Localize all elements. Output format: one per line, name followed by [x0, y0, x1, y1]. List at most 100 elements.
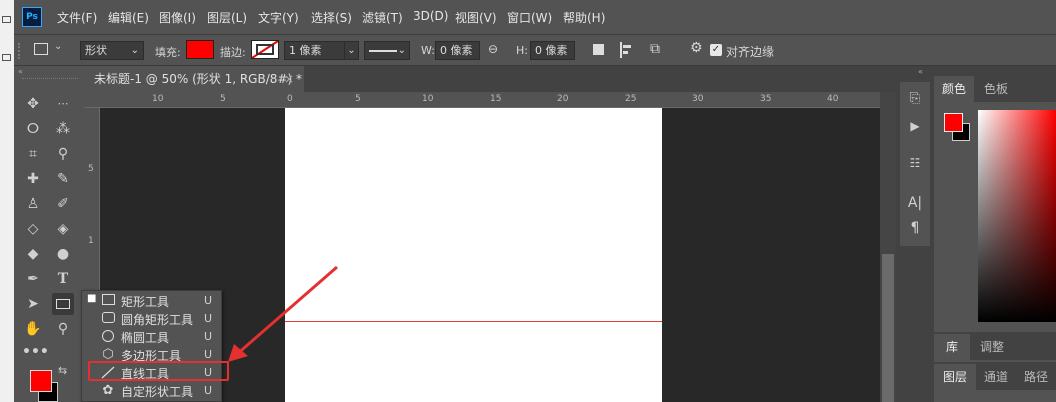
line-tool-highlight-box	[88, 361, 229, 381]
outer-window-icon	[2, 54, 11, 61]
eyedropper-tool-icon[interactable]: ⚲	[52, 143, 74, 165]
no-stroke-icon	[251, 40, 279, 59]
preset-chevron-down-icon[interactable]: ⌄	[54, 41, 62, 52]
tab-color[interactable]: 颜色	[934, 76, 974, 102]
flyout-item-shortcut: U	[204, 330, 213, 343]
ruler-label: 40	[827, 94, 839, 104]
path-selection-tool-icon[interactable]: ➤	[22, 293, 44, 315]
annotation-arrow-icon	[228, 265, 338, 362]
history-panel-icon[interactable]: ⎘	[904, 88, 926, 110]
menu-help[interactable]: 帮助(H)	[563, 9, 605, 26]
ruler-label: 10	[422, 94, 434, 104]
horizontal-ruler: 10 5 0 5 10 15 20 25 30 35 40	[84, 92, 896, 108]
artboard-tool-icon[interactable]: ⋯	[52, 93, 74, 115]
path-operations-icon[interactable]	[593, 44, 604, 55]
lasso-tool-icon[interactable]: ⵔ	[22, 118, 44, 140]
eraser-tool-icon[interactable]: ◇	[22, 218, 44, 240]
height-input[interactable]: 0 像素	[530, 41, 575, 60]
menu-view[interactable]: 视图(V)	[455, 9, 497, 26]
menu-type[interactable]: 文字(Y)	[258, 9, 299, 26]
width-input[interactable]: 0 像素	[435, 41, 480, 60]
photoshop-logo: Ps	[22, 7, 42, 27]
character-panel-icon[interactable]: A|	[904, 192, 926, 214]
scrollbar-thumb[interactable]	[882, 254, 894, 402]
chevron-down-icon: ⌄	[130, 45, 139, 56]
shape-tool-preset-icon[interactable]	[34, 43, 48, 55]
tab-channels[interactable]: 通道	[976, 364, 1016, 390]
ruler-label: 25	[625, 94, 637, 104]
healing-brush-tool-icon[interactable]: ✚	[22, 168, 44, 190]
menu-3d[interactable]: 3D(D)	[413, 9, 448, 23]
menu-image[interactable]: 图像(I)	[159, 9, 196, 26]
outer-window-icon	[2, 16, 11, 23]
flyout-item-ellipse[interactable]: 椭圆工具 U	[82, 328, 221, 346]
type-tool-icon[interactable]: T	[52, 268, 74, 290]
brush-tool-icon[interactable]: ✎	[52, 168, 74, 190]
close-icon[interactable]: ×	[284, 66, 294, 92]
blur-tool-icon[interactable]: ◆	[22, 243, 44, 265]
pen-tool-icon[interactable]: ✒	[22, 268, 44, 290]
solid-line-icon	[369, 50, 397, 52]
ruler-label: 5	[355, 94, 361, 104]
tab-paths[interactable]: 路径	[1016, 364, 1056, 390]
ruler-label: 20	[557, 94, 569, 104]
tab-layers[interactable]: 图层	[934, 364, 976, 390]
ruler-label: 15	[490, 94, 502, 104]
path-arrangement-icon[interactable]: ⧉	[650, 41, 660, 57]
foreground-color-swatch[interactable]	[30, 370, 52, 392]
flyout-item-rectangle[interactable]: ■ 矩形工具 U	[82, 292, 221, 310]
clone-stamp-tool-icon[interactable]: ♙	[22, 193, 44, 215]
document-tab[interactable]: 未标题-1 @ 50% (形状 1, RGB/8#) * ×	[84, 66, 304, 92]
fill-color-swatch[interactable]	[186, 40, 214, 59]
align-edges-checkbox[interactable]: ✓	[710, 44, 722, 56]
properties-panel-icon[interactable]: ☷	[904, 152, 926, 174]
flyout-item-label: 自定形状工具	[121, 385, 194, 399]
flyout-item-shortcut: U	[204, 384, 213, 397]
actions-play-icon[interactable]: ▶	[904, 115, 926, 137]
ruler-label: 1	[88, 236, 94, 246]
flyout-item-label: 椭圆工具	[121, 331, 170, 345]
path-alignment-icon[interactable]	[620, 42, 632, 58]
menu-file[interactable]: 文件(F)	[57, 9, 97, 26]
paragraph-panel-icon[interactable]: ¶	[904, 217, 926, 239]
align-edges-label: 对齐边缘	[726, 45, 775, 59]
dodge-tool-icon[interactable]: ●	[52, 243, 74, 265]
gear-icon[interactable]: ⚙	[690, 40, 703, 56]
history-brush-tool-icon[interactable]: ✐	[52, 193, 74, 215]
flyout-item-shortcut: U	[204, 294, 213, 307]
tab-bar-filler	[1018, 76, 1056, 102]
swap-colors-icon[interactable]: ⇆	[58, 364, 67, 377]
link-icon[interactable]: ⊖	[488, 42, 498, 56]
hand-tool-icon[interactable]: ✋	[22, 318, 44, 340]
stroke-width-chevron-icon[interactable]: ⌄	[344, 41, 359, 60]
tab-adjustments[interactable]: 调整	[970, 334, 1014, 360]
color-picker-field[interactable]	[978, 110, 1056, 322]
stroke-color-swatch[interactable]	[251, 40, 279, 59]
magic-wand-tool-icon[interactable]: ⁂	[52, 118, 74, 140]
rectangle-tool-icon[interactable]	[52, 293, 74, 315]
menu-select[interactable]: 选择(S)	[311, 9, 352, 26]
chevron-down-icon: ⌄	[397, 45, 406, 56]
flyout-item-custom-shape[interactable]: ✿ 自定形状工具 U	[82, 382, 221, 400]
tool-mode-select[interactable]: 形状 ⌄	[80, 41, 144, 60]
tab-libraries[interactable]: 库	[934, 334, 970, 360]
menu-filter[interactable]: 滤镜(T)	[362, 9, 403, 26]
paint-bucket-tool-icon[interactable]: ◈	[52, 218, 74, 240]
menu-window[interactable]: 窗口(W)	[507, 9, 552, 26]
menu-edit[interactable]: 编辑(E)	[108, 9, 149, 26]
flyout-item-rounded-rectangle[interactable]: 圆角矩形工具 U	[82, 310, 221, 328]
active-indicator-icon: ■	[87, 293, 97, 304]
menu-layer[interactable]: 图层(L)	[207, 9, 247, 26]
crop-tool-icon[interactable]: ⌗	[22, 143, 44, 165]
more-tools-icon[interactable]: •••	[22, 341, 49, 363]
panel-header	[934, 66, 1056, 76]
stroke-type-select[interactable]: ⌄	[364, 41, 410, 60]
custom-shape-icon: ✿	[102, 383, 114, 398]
tab-swatches[interactable]: 色板	[974, 76, 1018, 102]
collapse-icon[interactable]: «	[918, 67, 923, 76]
stroke-width-value: 1 像素	[289, 44, 322, 57]
panel-foreground-swatch[interactable]	[944, 113, 963, 132]
collapse-icon[interactable]: «	[18, 67, 23, 76]
move-tool-icon[interactable]: ✥	[22, 93, 44, 115]
zoom-tool-icon[interactable]: ⚲	[52, 318, 74, 340]
